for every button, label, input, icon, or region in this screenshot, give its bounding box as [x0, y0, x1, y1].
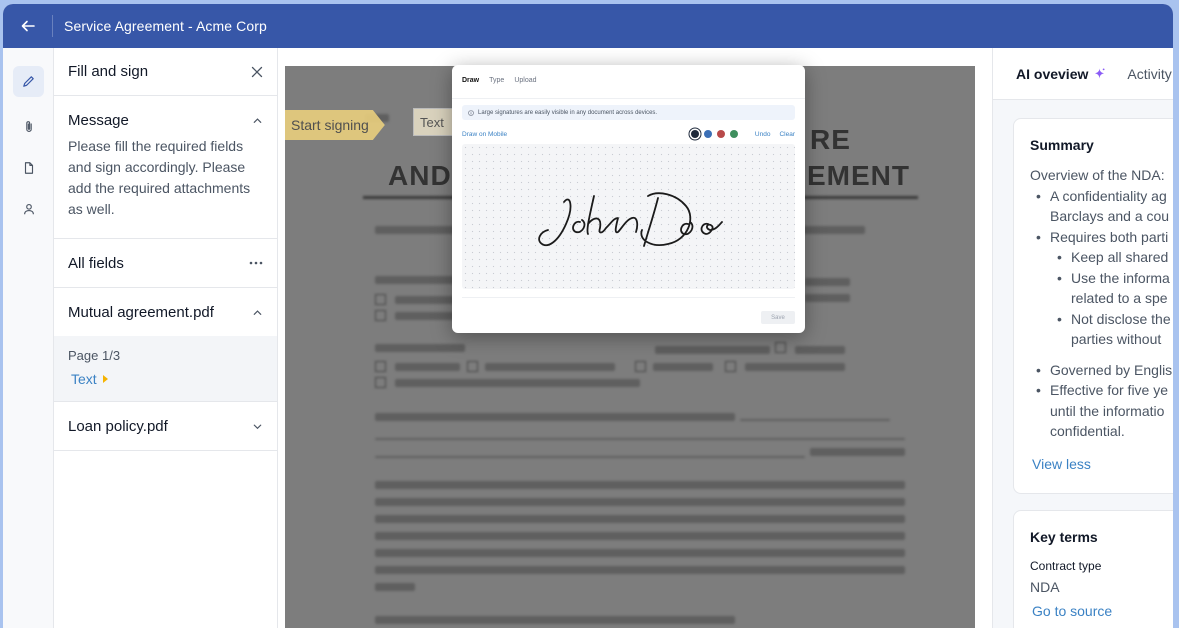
- document-heading-right-1: RE: [810, 124, 851, 155]
- fill-sign-panel: Fill and sign Message Please fill the re…: [54, 48, 278, 628]
- ai-overview-panel: AI oveview Activity Summary Overview of …: [992, 48, 1173, 628]
- color-swatch-navy[interactable]: [690, 130, 699, 138]
- tab-ai-label: AI oveview: [1016, 65, 1089, 82]
- summary-title: Summary: [1030, 137, 1094, 153]
- message-text: Please fill the required fields and sign…: [68, 138, 251, 217]
- contract-type-value: NDA: [1030, 579, 1060, 595]
- signature-pad[interactable]: [462, 144, 795, 289]
- close-icon[interactable]: [251, 66, 263, 78]
- summary-bullet: Governed by Englis: [1030, 360, 1173, 381]
- document-title: Service Agreement - Acme Corp: [64, 18, 267, 34]
- draw-controls: Draw on Mobile Undo Clear: [462, 130, 795, 138]
- rail-sign-button[interactable]: [13, 66, 44, 97]
- tool-rail: [3, 48, 54, 628]
- page-label: Page 1/3: [68, 348, 121, 363]
- info-text: Large signatures are easily visible in a…: [478, 109, 658, 116]
- paperclip-icon: [25, 120, 32, 132]
- view-less-link[interactable]: View less: [1032, 454, 1173, 475]
- summary-bullet: Effective for five yeuntil the informati…: [1030, 380, 1173, 442]
- panel-title: Fill and sign: [68, 63, 149, 80]
- message-title: Message: [68, 111, 129, 129]
- more-horizontal-icon[interactable]: [249, 261, 263, 265]
- tab-type[interactable]: Type: [489, 77, 504, 98]
- text-field-label: Text: [420, 114, 444, 130]
- arrow-left-icon: [21, 20, 35, 32]
- panel-header: Fill and sign: [54, 48, 277, 96]
- undo-button[interactable]: Undo: [755, 131, 771, 138]
- summary-card: Summary Overview of the NDA: A confident…: [1013, 118, 1173, 494]
- all-fields-section: All fields: [54, 239, 277, 288]
- tab-activity[interactable]: Activity: [1127, 66, 1171, 82]
- file-header-mutual[interactable]: Mutual agreement.pdf: [54, 288, 277, 336]
- document-heading-left: AND: [388, 160, 452, 191]
- chevron-up-icon: [253, 309, 262, 315]
- color-swatch-red[interactable]: [716, 130, 725, 138]
- all-fields-title: All fields: [68, 254, 124, 272]
- chevron-down-icon: [253, 424, 262, 429]
- page-group: Page 1/3 Text: [54, 336, 277, 401]
- contract-type-label: Contract type: [1030, 559, 1102, 573]
- chevron-up-icon: [253, 117, 262, 123]
- file-header-loan[interactable]: Loan policy.pdf: [54, 402, 277, 450]
- file-name: Loan policy.pdf: [68, 417, 168, 435]
- rail-documents-button[interactable]: [13, 152, 44, 183]
- start-signing-label: Start signing: [291, 117, 369, 133]
- summary-body: Overview of the NDA: A confidentiality a…: [1014, 153, 1173, 474]
- user-icon: [23, 203, 34, 214]
- color-swatch-green[interactable]: [729, 130, 738, 138]
- top-bar: Service Agreement - Acme Corp: [3, 4, 1173, 48]
- file-section-loan: Loan policy.pdf: [54, 402, 277, 451]
- field-link-label: Text: [71, 371, 97, 387]
- field-link-text[interactable]: Text: [71, 371, 263, 387]
- pen-icon: [23, 76, 34, 87]
- sparkle-icon: [1095, 68, 1105, 79]
- triangle-right-icon: [102, 375, 108, 383]
- save-button[interactable]: Save: [761, 311, 795, 324]
- key-terms-card: Key terms Contract type NDA Go to source: [1013, 510, 1173, 628]
- right-tabs: AI oveview Activity: [993, 48, 1173, 100]
- color-swatch-blue[interactable]: [703, 130, 712, 138]
- info-banner: Large signatures are easily visible in a…: [462, 105, 795, 120]
- color-swatches: Undo Clear: [690, 130, 795, 138]
- rail-user-button[interactable]: [13, 193, 44, 224]
- summary-bullet: A confidentiality agBarclays and a cou: [1030, 186, 1173, 227]
- rail-attachments-button[interactable]: [13, 111, 44, 142]
- go-to-source-link[interactable]: Go to source: [1014, 595, 1173, 619]
- summary-intro: Overview of the NDA:: [1030, 167, 1165, 183]
- document-icon: [24, 161, 33, 174]
- summary-sub-bullet: Not disclose theparties without: [1030, 309, 1173, 350]
- tab-draw[interactable]: Draw: [462, 77, 479, 98]
- summary-sub-bullet: Keep all shared: [1030, 247, 1173, 268]
- info-icon: [468, 109, 474, 116]
- all-fields-header[interactable]: All fields: [54, 239, 277, 287]
- file-name: Mutual agreement.pdf: [68, 303, 214, 321]
- key-terms-title: Key terms: [1030, 529, 1098, 545]
- file-section-mutual: Mutual agreement.pdf Page 1/3 Text: [54, 288, 277, 402]
- modal-divider: [462, 297, 795, 298]
- draw-on-mobile-link[interactable]: Draw on Mobile: [462, 131, 507, 138]
- signature-drawing: [538, 192, 723, 247]
- document-heading-right-2: EMENT: [807, 160, 910, 191]
- tab-upload[interactable]: Upload: [514, 77, 536, 98]
- back-button[interactable]: [3, 15, 53, 37]
- signature-modal: Draw Type Upload Large signatures are ea…: [452, 65, 805, 333]
- summary-sub-bullet: Use the informarelated to a spe: [1030, 268, 1173, 309]
- summary-bullet: Requires both parti: [1030, 227, 1173, 248]
- signature-tabs: Draw Type Upload: [452, 65, 805, 99]
- clear-button[interactable]: Clear: [779, 131, 795, 138]
- tab-ai-overview[interactable]: AI oveview: [1016, 66, 1105, 82]
- message-section: Message Please fill the required fields …: [54, 96, 277, 239]
- start-signing-tag[interactable]: Start signing: [285, 110, 385, 140]
